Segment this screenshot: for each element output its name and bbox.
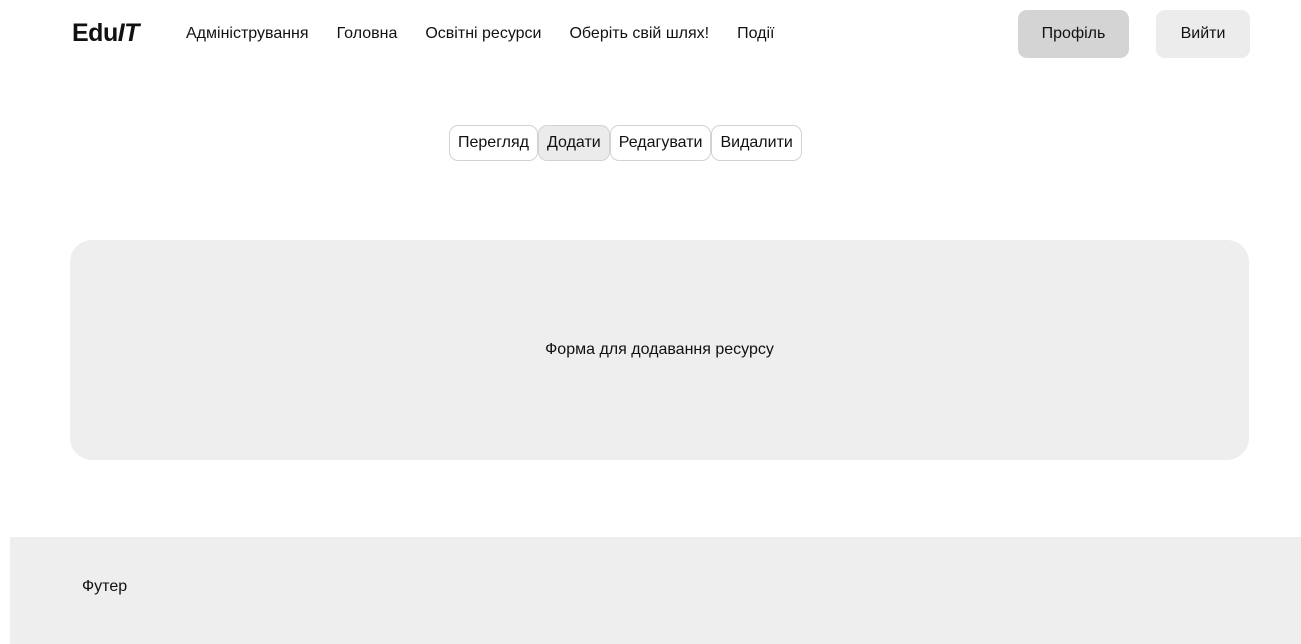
tab-add[interactable]: Додати: [538, 125, 610, 161]
logo[interactable]: EduIT: [72, 17, 139, 49]
profile-button[interactable]: Профіль: [1018, 10, 1129, 58]
nav-item-events[interactable]: Події: [737, 22, 774, 46]
admin-tabs: Перегляд Додати Редагувати Видалити: [449, 125, 802, 161]
tab-edit[interactable]: Редагувати: [609, 125, 712, 161]
tab-delete[interactable]: Видалити: [711, 125, 802, 161]
page: EduIT Адміністрування Головна Освітні ре…: [0, 0, 1301, 644]
footer-label: Футер: [82, 578, 128, 595]
logo-main-text: Edu: [72, 19, 118, 47]
logo-accent-text: IT: [117, 19, 140, 47]
add-resource-form-panel: Форма для додавання ресурсу: [70, 240, 1249, 460]
main-nav: Адміністрування Головна Освітні ресурси …: [186, 22, 774, 46]
footer: Футер: [10, 537, 1301, 644]
nav-item-educational-resources[interactable]: Освітні ресурси: [425, 22, 541, 46]
logout-button[interactable]: Вийти: [1156, 10, 1250, 58]
header: EduIT Адміністрування Головна Освітні ре…: [0, 0, 1301, 68]
nav-item-administration[interactable]: Адміністрування: [186, 22, 309, 46]
tab-view[interactable]: Перегляд: [449, 125, 539, 161]
nav-item-choose-your-path[interactable]: Оберіть свій шлях!: [569, 22, 709, 46]
nav-item-home[interactable]: Головна: [337, 22, 398, 46]
form-placeholder-text: Форма для додавання ресурсу: [545, 341, 774, 358]
